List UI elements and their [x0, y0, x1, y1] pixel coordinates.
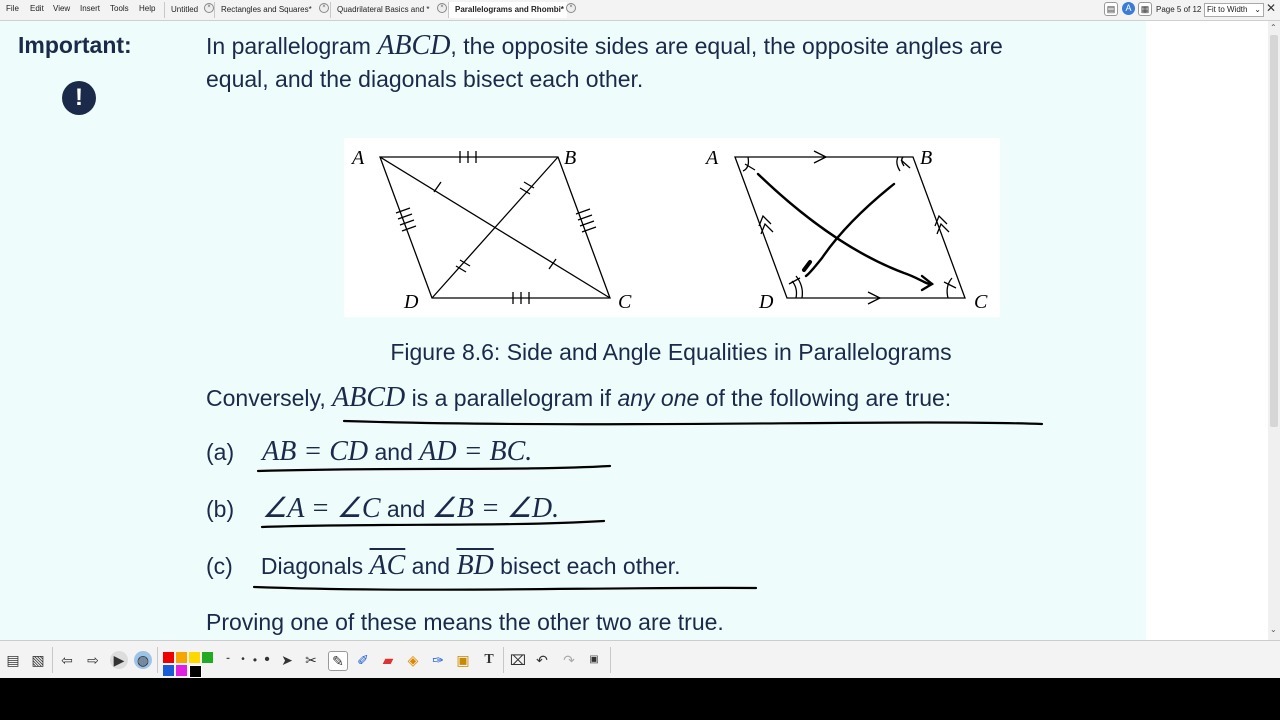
- color-red-swatch[interactable]: [163, 652, 174, 663]
- shapes-icon[interactable]: ▣: [454, 651, 472, 669]
- tab-label: Untitled: [171, 5, 199, 14]
- globe-icon[interactable]: ◍: [134, 651, 152, 669]
- ink-underline: [260, 519, 606, 529]
- chevron-down-icon[interactable]: ⌄: [1270, 625, 1277, 634]
- color-orange-swatch[interactable]: [176, 652, 187, 663]
- undo-icon[interactable]: ↶: [533, 651, 551, 669]
- close-icon[interactable]: ×: [319, 3, 329, 13]
- close-icon[interactable]: ×: [566, 3, 576, 13]
- zoom-select[interactable]: Fit to Width ⌄: [1204, 3, 1264, 17]
- menu-file[interactable]: File: [6, 4, 19, 13]
- important-note-box: Important: ! In parallelogram ABCD, the …: [0, 21, 1146, 640]
- previous-page-icon[interactable]: ⇦: [58, 651, 76, 669]
- divider: [157, 647, 158, 673]
- chevron-up-icon[interactable]: ⌃: [1270, 23, 1277, 32]
- select-cursor-icon[interactable]: ➤: [278, 651, 296, 669]
- color-green-swatch[interactable]: [202, 652, 213, 663]
- text-tool-icon[interactable]: T: [480, 651, 498, 669]
- close-icon[interactable]: ×: [437, 3, 447, 13]
- more-tools-icon[interactable]: ▣: [585, 651, 603, 669]
- menu-help[interactable]: Help: [139, 4, 155, 13]
- color-blue-swatch[interactable]: [163, 665, 174, 676]
- title-bar: File Edit View Insert Tools Help Untitle…: [0, 0, 1280, 21]
- gallery-icon[interactable]: ▧: [29, 651, 47, 669]
- tab-label: Quadrilateral Basics and *: [337, 5, 430, 14]
- tools-icon[interactable]: ✂: [302, 651, 320, 669]
- clear-icon[interactable]: ⌧: [509, 651, 527, 669]
- page-sorter-icon[interactable]: ▤: [4, 651, 22, 669]
- highlighter-icon[interactable]: ✐: [354, 651, 372, 669]
- divider: [503, 647, 504, 673]
- ink-underline: [252, 585, 758, 591]
- ink-underline: [342, 419, 1044, 426]
- ink-underline: [256, 464, 612, 473]
- tab-quadrilateral-basics[interactable]: Quadrilateral Basics and *: [330, 2, 440, 18]
- bottom-toolbar: ▤ ▧ ⇦ ⇨ ▶ ◍ ⁃ • • • ➤ ✂ ✎ ✐ ▰ ◈ ✑ ▣ T ⌧ …: [0, 640, 1280, 679]
- magic-pen-icon[interactable]: ✑: [429, 651, 447, 669]
- eraser-icon[interactable]: ▰: [379, 651, 397, 669]
- screen-bottom-area: [0, 678, 1280, 720]
- page-indicator: Page 5 of 12: [1156, 5, 1202, 14]
- pen-icon[interactable]: ✎: [328, 651, 348, 671]
- fill-icon[interactable]: ◈: [404, 651, 422, 669]
- menu-tools[interactable]: Tools: [110, 4, 129, 13]
- vertical-scrollbar[interactable]: ⌃ ⌄: [1268, 21, 1280, 640]
- tab-label: Parallelograms and Rhombi*: [455, 5, 564, 14]
- scrollbar-thumb[interactable]: [1270, 35, 1278, 427]
- ink-underlines: [252, 419, 1044, 591]
- divider: [52, 647, 53, 673]
- close-window-icon[interactable]: ✕: [1264, 1, 1278, 15]
- next-page-icon[interactable]: ⇨: [84, 651, 102, 669]
- tab-parallelograms-and-rhombi[interactable]: Parallelograms and Rhombi*: [448, 2, 567, 18]
- zoom-value: Fit to Width: [1207, 5, 1248, 14]
- document-page: Important: ! In parallelogram ABCD, the …: [0, 21, 1268, 640]
- menu-edit[interactable]: Edit: [30, 4, 44, 13]
- tab-rectangles-and-squares[interactable]: Rectangles and Squares*: [214, 2, 324, 18]
- tab-label: Rectangles and Squares*: [221, 5, 312, 14]
- settings-icon[interactable]: ▦: [1138, 2, 1152, 16]
- color-black-swatch[interactable]: [189, 665, 202, 678]
- chevron-down-icon: ⌄: [1254, 5, 1261, 14]
- play-icon[interactable]: ▶: [110, 651, 128, 669]
- color-yellow-swatch[interactable]: [189, 652, 200, 663]
- divider: [610, 647, 611, 673]
- close-icon[interactable]: ×: [204, 3, 214, 13]
- color-magenta-swatch[interactable]: [176, 665, 187, 676]
- account-icon[interactable]: A: [1122, 2, 1135, 15]
- menu-view[interactable]: View: [53, 4, 70, 13]
- page-view-icon[interactable]: ▤: [1104, 2, 1118, 16]
- redo-icon[interactable]: ↷: [560, 651, 578, 669]
- menu-insert[interactable]: Insert: [80, 4, 100, 13]
- dot-large-icon[interactable]: •: [258, 651, 276, 669]
